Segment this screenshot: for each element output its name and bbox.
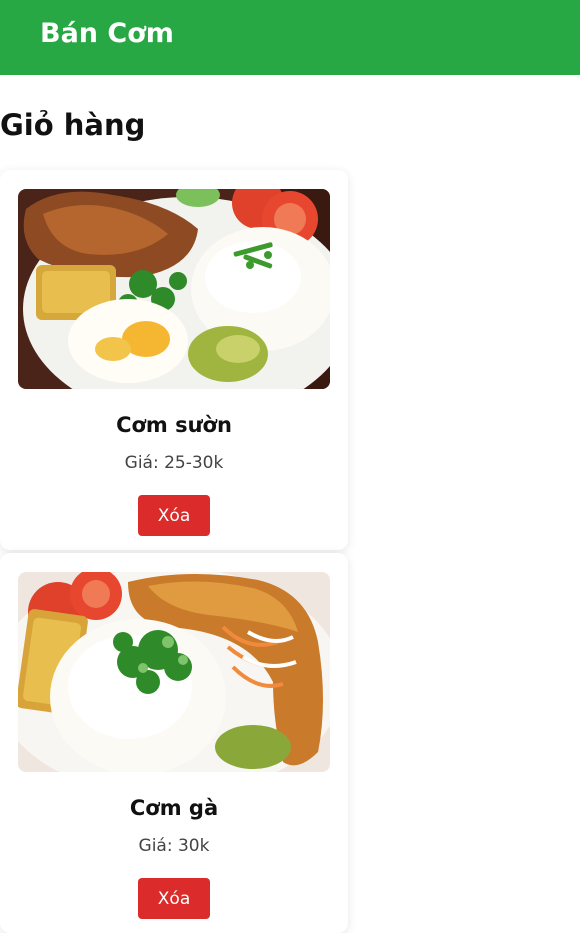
food-image <box>18 572 330 772</box>
food-image <box>18 189 330 389</box>
food-price: Giá: 25-30k <box>124 453 224 473</box>
delete-button[interactable]: Xóa <box>138 878 210 919</box>
food-name: Cơm gà <box>129 796 219 820</box>
page-title: Giỏ hàng <box>0 108 146 142</box>
delete-button[interactable]: Xóa <box>138 495 210 536</box>
app-title: Bán Cơm <box>40 18 174 49</box>
food-name: Cơm sườn <box>116 413 232 437</box>
cart-item-com-suon: Cơm sườn Giá: 25-30k Xóa <box>0 170 348 550</box>
app-header: Bán Cơm <box>0 0 580 75</box>
cart-item-com-ga: Cơm gà Giá: 30k Xóa <box>0 553 348 933</box>
food-price: Giá: 30k <box>138 836 210 856</box>
